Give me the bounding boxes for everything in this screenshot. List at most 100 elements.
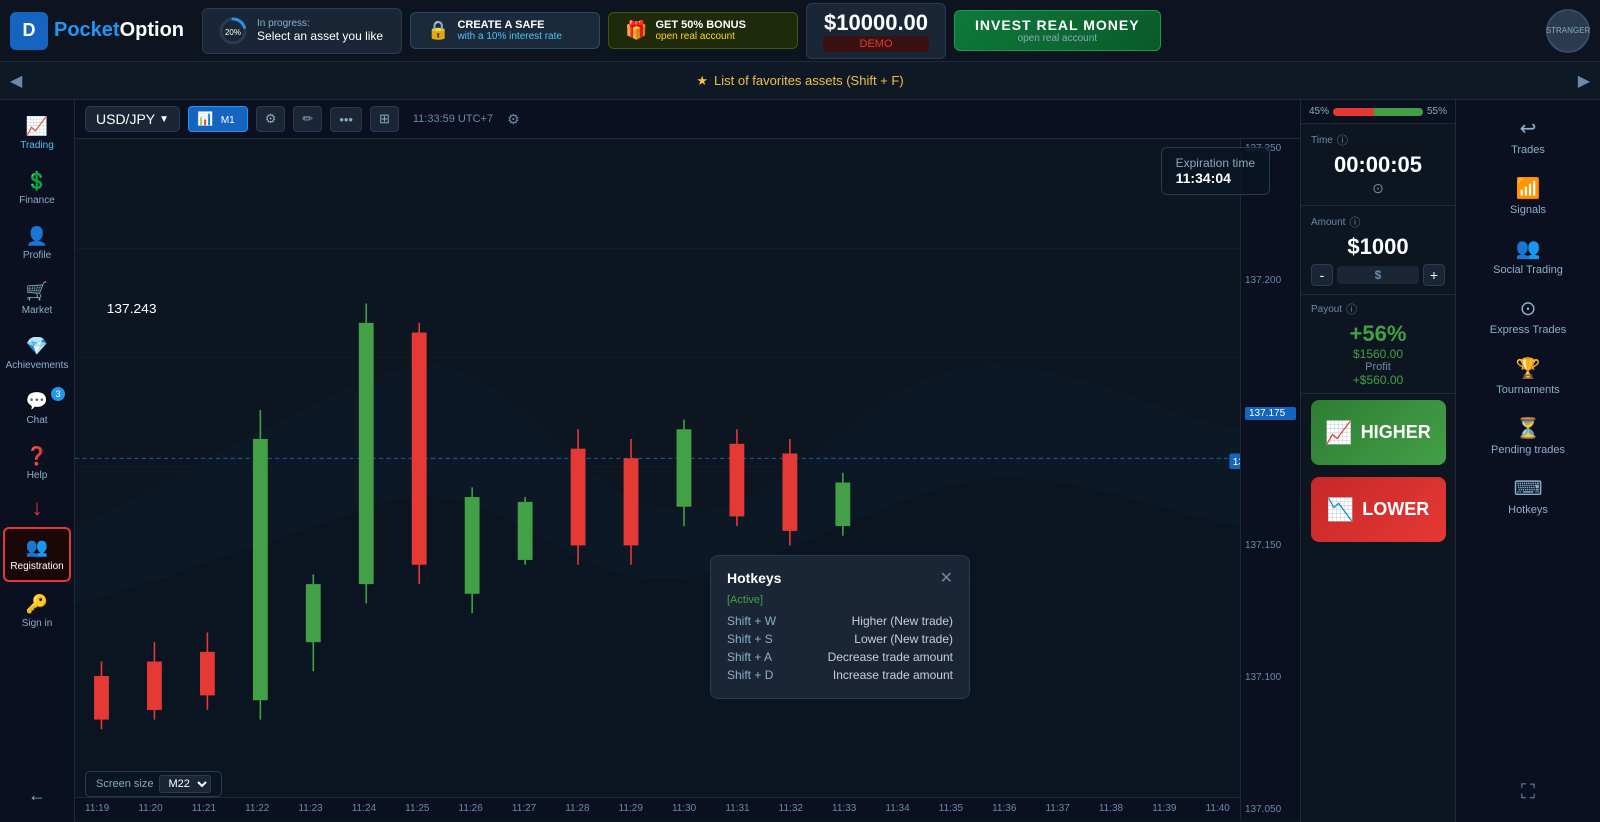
price-label-4: 137.150 <box>1245 540 1296 551</box>
avatar[interactable]: STRANGER <box>1546 9 1590 53</box>
chart-layout-button[interactable]: ⊞ <box>370 106 399 132</box>
time-label: 11:21 <box>192 803 216 814</box>
chart-indicators-button[interactable]: ⚙ <box>256 106 286 132</box>
higher-button[interactable]: 📈 HIGHER <box>1311 400 1446 465</box>
profit-value: +$560.00 <box>1311 373 1445 387</box>
screen-size-label: Screen size <box>96 778 153 790</box>
bonus-text: GET 50% BONUS open real account <box>655 19 745 42</box>
invest-sublabel: open real account <box>975 33 1140 44</box>
chart-draw-button[interactable]: ✏ <box>293 106 322 132</box>
sidebar-item-pending-trades[interactable]: ⏳ Pending trades <box>1468 410 1588 462</box>
asset-name: USD/JPY <box>96 111 155 127</box>
amount-increase-button[interactable]: + <box>1423 264 1445 286</box>
sidebar-item-market[interactable]: 🛒 Market <box>3 273 71 324</box>
trades-icon: ↩ <box>1520 116 1537 141</box>
hotkeys-close-button[interactable]: ✕ <box>940 568 953 588</box>
finance-icon: 💲 <box>26 171 48 192</box>
express-trades-label: Express Trades <box>1490 324 1566 336</box>
higher-icon: 📈 <box>1325 420 1352 446</box>
sidebar-profile-label: Profile <box>23 250 51 261</box>
sidebar-item-signals[interactable]: 📶 Signals <box>1468 170 1588 222</box>
time-label: Time ⓘ <box>1311 132 1445 148</box>
achievements-icon: 💎 <box>26 336 48 357</box>
back-icon: ← <box>28 785 46 806</box>
hotkey-row-2: Shift + S Lower (New trade) <box>727 632 953 646</box>
amount-decrease-button[interactable]: - <box>1311 264 1333 286</box>
social-trading-label: Social Trading <box>1493 264 1563 276</box>
logo-text: PocketOption <box>54 19 184 42</box>
time-label: 11:24 <box>352 803 376 814</box>
signin-icon: 🔑 <box>26 594 48 615</box>
sidebar-item-tournaments[interactable]: 🏆 Tournaments <box>1468 350 1588 402</box>
sidebar-item-express-trades[interactable]: ⊙ Express Trades <box>1468 290 1588 342</box>
progress-bar: 20% In progress: Select an asset you lik… <box>202 8 402 54</box>
timer-icon: ⊙ <box>1311 180 1445 197</box>
bonus-button[interactable]: 🎁 GET 50% BONUS open real account <box>608 12 798 49</box>
hotkeys-title: Hotkeys <box>727 570 781 586</box>
create-safe-button[interactable]: 🔒 CREATE A SAFE with a 10% interest rate <box>410 12 600 49</box>
favbar-nav-left[interactable]: ◀ <box>10 71 22 91</box>
sidebar-item-help[interactable]: ❓ Help <box>3 438 71 489</box>
sidebar-item-back[interactable]: ← <box>3 777 71 814</box>
chart-wrapper: 137.243 137.175 137.250 137.200 137.175 … <box>75 139 1300 819</box>
candlestick-chart: 137.243 137.175 <box>75 139 1240 797</box>
invest-button[interactable]: INVEST REAL MONEY open real account <box>954 10 1161 51</box>
lock-icon: 🔒 <box>427 20 449 41</box>
svg-text:20%: 20% <box>225 28 241 37</box>
favbar-nav-right[interactable]: ▶ <box>1578 71 1590 91</box>
star-icon: ★ <box>696 73 708 89</box>
hotkey-action-4: Increase trade amount <box>833 668 953 682</box>
signals-label: Signals <box>1510 204 1546 216</box>
expiry-overlay: Expiration time 11:34:04 <box>1161 147 1270 195</box>
trade-panel: 45% 55% Time ⓘ 00:00:05 ⊙ Amount ⓘ $1000 <box>1300 100 1455 822</box>
amount-label: Amount ⓘ <box>1311 214 1445 230</box>
sidebar-item-signin[interactable]: 🔑 Sign in <box>3 586 71 637</box>
time-axis: 11:19 11:20 11:21 11:22 11:23 11:24 11:2… <box>75 797 1240 819</box>
sidebar-item-social-trading[interactable]: 👥 Social Trading <box>1468 230 1588 282</box>
time-label: 11:34 <box>885 803 909 814</box>
asset-selector[interactable]: USD/JPY ▼ <box>85 106 180 132</box>
time-label: 11:19 <box>85 803 109 814</box>
svg-text:137.243: 137.243 <box>107 302 157 316</box>
sidebar-item-trading[interactable]: 📈 Trading <box>3 108 71 159</box>
sidebar-chat-label: Chat <box>26 415 47 426</box>
sidebar-item-chat[interactable]: 3 💬 Chat <box>3 383 71 434</box>
chart-area: USD/JPY ▼ 📊 M1 ⚙ ✏ ••• ⊞ 11:33:59 UTC+7 … <box>75 100 1300 822</box>
lower-button[interactable]: 📉 LOWER <box>1311 477 1446 542</box>
time-label: 11:29 <box>619 803 643 814</box>
payout-section: Payout ⓘ +56% $1560.00 Profit +$560.00 <box>1301 295 1455 394</box>
screen-size-select[interactable]: M22 M16 M8 <box>159 775 211 793</box>
favbar-text: List of favorites assets (Shift + F) <box>714 73 904 88</box>
timer-value: 00:00:05 <box>1311 152 1445 178</box>
time-label: 11:33 <box>832 803 856 814</box>
tournaments-label: Tournaments <box>1496 384 1560 396</box>
sidebar-left: 📈 Trading 💲 Finance 👤 Profile 🛒 Market 💎… <box>0 100 75 822</box>
info-icon: ⓘ <box>1337 132 1348 148</box>
sidebar-item-registration[interactable]: 👥 Registration <box>3 527 71 582</box>
chart-more-button[interactable]: ••• <box>330 107 362 132</box>
sidebar-item-hotkeys[interactable]: ⌨ Hotkeys <box>1468 470 1588 522</box>
sidebar-registration-label: Registration <box>10 561 63 572</box>
hotkey-action-3: Decrease trade amount <box>828 650 953 664</box>
sidebar-item-profile[interactable]: 👤 Profile <box>3 218 71 269</box>
fullscreen-button[interactable]: ⛶ <box>1513 773 1543 812</box>
sidebar-signin-label: Sign in <box>22 618 53 629</box>
hotkey-key-2: Shift + S <box>727 632 773 646</box>
time-label: 11:38 <box>1099 803 1123 814</box>
progress-right-pct: 55% <box>1427 106 1447 117</box>
time-label: 11:26 <box>459 803 483 814</box>
chart-type-button[interactable]: 📊 M1 <box>188 106 248 132</box>
hotkeys-header: Hotkeys ✕ <box>727 568 953 588</box>
chart-settings-gear-icon[interactable]: ⚙ <box>507 111 520 128</box>
payout-total: $1560.00 <box>1311 347 1445 361</box>
balance-box: $10000.00 DEMO <box>806 3 946 59</box>
progress-green-fill <box>1374 108 1423 116</box>
sidebar-item-trades[interactable]: ↩ Trades <box>1468 110 1588 162</box>
trading-icon: 📈 <box>26 116 48 137</box>
sidebar-item-finance[interactable]: 💲 Finance <box>3 163 71 214</box>
sidebar-item-achievements[interactable]: 💎 Achievements <box>3 328 71 379</box>
amount-info-icon: ⓘ <box>1349 214 1360 230</box>
hotkey-key-1: Shift + W <box>727 614 776 628</box>
favbar[interactable]: ★ List of favorites assets (Shift + F) ◀… <box>0 62 1600 100</box>
time-label: 11:39 <box>1152 803 1176 814</box>
